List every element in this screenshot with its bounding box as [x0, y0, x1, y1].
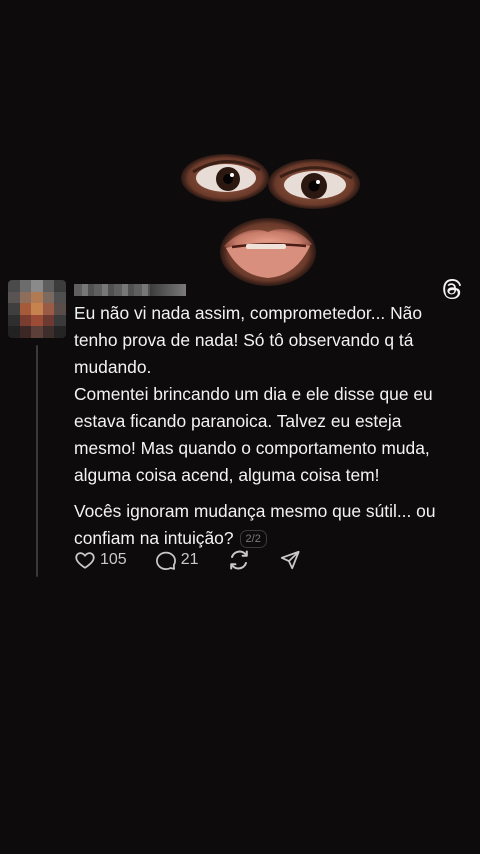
speech-bubble-icon: [155, 551, 176, 570]
like-button[interactable]: 105: [74, 549, 127, 571]
left-eye: [181, 154, 269, 202]
username-redacted-tail: [150, 284, 186, 296]
mouth: [220, 218, 316, 286]
reply-count: 21: [180, 551, 199, 568]
send-icon: [280, 550, 300, 570]
post-paragraph-1: Eu não vi nada assim, comprometedor... N…: [74, 303, 422, 377]
right-eye: [268, 159, 360, 209]
post-paragraph-2: Comentei brincando um dia e ele disse qu…: [74, 384, 433, 485]
repost-icon: [229, 550, 248, 570]
like-count: 105: [100, 551, 127, 568]
background-face-image: [181, 154, 360, 286]
share-button[interactable]: [279, 549, 301, 571]
threads-logo-icon[interactable]: [441, 278, 463, 300]
thread-line: [36, 345, 38, 577]
heart-icon: [75, 552, 95, 569]
post-text: Eu não vi nada assim, comprometedor... N…: [74, 300, 466, 552]
repost-button[interactable]: [227, 548, 251, 572]
avatar[interactable]: [8, 280, 66, 338]
post-paragraph-3: Vocês ignoram mudança mesmo que sútil...…: [74, 498, 466, 552]
reply-button[interactable]: 21: [155, 549, 199, 571]
post-actions: 105 21: [74, 546, 301, 574]
